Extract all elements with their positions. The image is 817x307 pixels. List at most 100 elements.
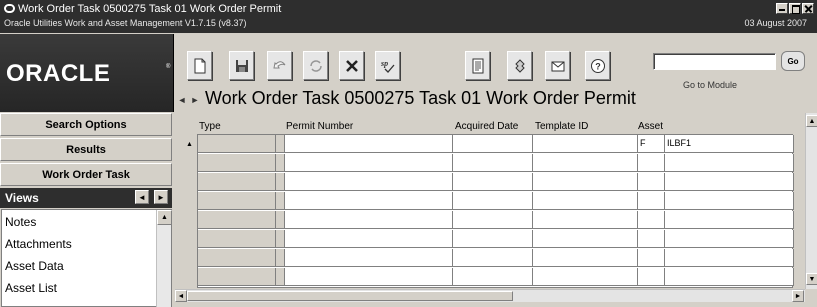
- approval-icon: [514, 58, 525, 73]
- svg-text:?: ?: [595, 61, 601, 71]
- table-row[interactable]: [198, 268, 794, 286]
- table-row[interactable]: [198, 230, 794, 248]
- cell-asset-flag[interactable]: F: [638, 135, 665, 153]
- forward-arrow-icon[interactable]: ►: [190, 93, 200, 107]
- views-next-icon[interactable]: ►: [154, 190, 168, 204]
- delete-button[interactable]: [339, 51, 364, 80]
- cell-acquired[interactable]: [453, 249, 533, 267]
- cell-permit[interactable]: [285, 192, 453, 210]
- cell-template[interactable]: [533, 230, 638, 248]
- views-prev-icon[interactable]: ◄: [135, 190, 149, 204]
- cell-asset[interactable]: [665, 268, 794, 286]
- cell-permit[interactable]: [285, 249, 453, 267]
- main-vertical-scrollbar[interactable]: ▲ ▼: [805, 113, 817, 289]
- table-row[interactable]: [198, 249, 794, 267]
- report-button[interactable]: [465, 51, 490, 80]
- cell-asset[interactable]: [665, 249, 794, 267]
- view-item-notes[interactable]: Notes: [5, 215, 36, 229]
- cell-acquired[interactable]: [453, 268, 533, 286]
- table-row[interactable]: [198, 211, 794, 229]
- minimize-icon[interactable]: [776, 3, 788, 14]
- cell-template[interactable]: [533, 249, 638, 267]
- cell-permit[interactable]: [285, 230, 453, 248]
- cell-acquired[interactable]: [453, 154, 533, 172]
- view-item-asset-list[interactable]: Asset List: [5, 281, 57, 295]
- spell-check-button[interactable]: sp: [375, 51, 400, 80]
- close-icon[interactable]: [802, 3, 814, 14]
- cell-pad: [276, 211, 285, 229]
- cell-acquired[interactable]: [453, 173, 533, 191]
- new-document-icon: [194, 58, 205, 73]
- main-horizontal-scrollbar[interactable]: ◄ ►: [175, 289, 805, 302]
- email-button[interactable]: [545, 51, 570, 80]
- approval-button[interactable]: [507, 51, 532, 80]
- scroll-thumb[interactable]: [187, 291, 513, 301]
- scroll-left-icon[interactable]: ◄: [175, 290, 187, 302]
- current-date: 03 August 2007: [744, 18, 807, 28]
- scroll-down-icon[interactable]: ▼: [806, 273, 817, 285]
- cell-asset[interactable]: [665, 154, 794, 172]
- go-button[interactable]: Go: [781, 51, 805, 71]
- view-item-attachments[interactable]: Attachments: [5, 237, 72, 251]
- refresh-button[interactable]: [303, 51, 328, 80]
- email-icon: [551, 61, 564, 71]
- cell-asset-flag[interactable]: [638, 173, 665, 191]
- maximize-icon[interactable]: [789, 3, 801, 14]
- cell-type[interactable]: [198, 154, 276, 172]
- table-row[interactable]: [198, 154, 794, 172]
- views-scrollbar[interactable]: ▲: [156, 210, 172, 307]
- results-button[interactable]: Results: [0, 138, 172, 161]
- cell-asset-flag[interactable]: [638, 230, 665, 248]
- scroll-up-icon[interactable]: ▲: [806, 115, 817, 127]
- goto-module-input[interactable]: [653, 53, 776, 70]
- cell-acquired[interactable]: [453, 211, 533, 229]
- cell-asset[interactable]: [665, 230, 794, 248]
- cell-asset-flag[interactable]: [638, 249, 665, 267]
- work-order-task-button[interactable]: Work Order Task: [0, 163, 172, 186]
- cell-asset-flag[interactable]: [638, 268, 665, 286]
- cell-template[interactable]: [533, 192, 638, 210]
- new-document-button[interactable]: [187, 51, 212, 80]
- cell-acquired[interactable]: [453, 135, 533, 153]
- undo-button[interactable]: [267, 51, 292, 80]
- view-item-asset-data[interactable]: Asset Data: [5, 259, 64, 273]
- cell-type[interactable]: [198, 192, 276, 210]
- table-row[interactable]: [198, 192, 794, 210]
- cell-template[interactable]: [533, 211, 638, 229]
- cell-asset[interactable]: [665, 211, 794, 229]
- cell-asset[interactable]: [665, 173, 794, 191]
- back-arrow-icon[interactable]: ◄: [177, 93, 187, 107]
- search-options-button[interactable]: Search Options: [0, 113, 172, 136]
- cell-asset-flag[interactable]: [638, 154, 665, 172]
- cell-template[interactable]: [533, 154, 638, 172]
- scroll-right-icon[interactable]: ►: [792, 290, 804, 302]
- cell-type[interactable]: [198, 211, 276, 229]
- cell-type[interactable]: [198, 135, 276, 153]
- table-row[interactable]: [198, 173, 794, 191]
- scroll-up-icon[interactable]: ▲: [157, 210, 172, 225]
- cell-type[interactable]: [198, 249, 276, 267]
- column-header-permit-number: Permit Number: [286, 121, 354, 132]
- cell-asset[interactable]: [665, 192, 794, 210]
- cell-asset[interactable]: ILBF1: [665, 135, 794, 153]
- table-row[interactable]: F ILBF1: [198, 135, 794, 153]
- save-button[interactable]: [229, 51, 254, 80]
- cell-template[interactable]: [533, 135, 638, 153]
- cell-permit[interactable]: [285, 211, 453, 229]
- cell-asset-flag[interactable]: [638, 211, 665, 229]
- cell-permit[interactable]: [285, 173, 453, 191]
- cell-asset-flag[interactable]: [638, 192, 665, 210]
- help-button[interactable]: ?: [585, 51, 610, 80]
- cell-permit[interactable]: [285, 268, 453, 286]
- cell-template[interactable]: [533, 173, 638, 191]
- cell-type[interactable]: [198, 268, 276, 286]
- cell-permit[interactable]: [285, 135, 453, 153]
- cell-permit[interactable]: [285, 154, 453, 172]
- page-title: Work Order Task 0500275 Task 01 Work Ord…: [205, 88, 636, 108]
- cell-template[interactable]: [533, 268, 638, 286]
- cell-type[interactable]: [198, 230, 276, 248]
- permit-table: F ILBF1: [197, 134, 794, 288]
- cell-acquired[interactable]: [453, 230, 533, 248]
- cell-acquired[interactable]: [453, 192, 533, 210]
- cell-type[interactable]: [198, 173, 276, 191]
